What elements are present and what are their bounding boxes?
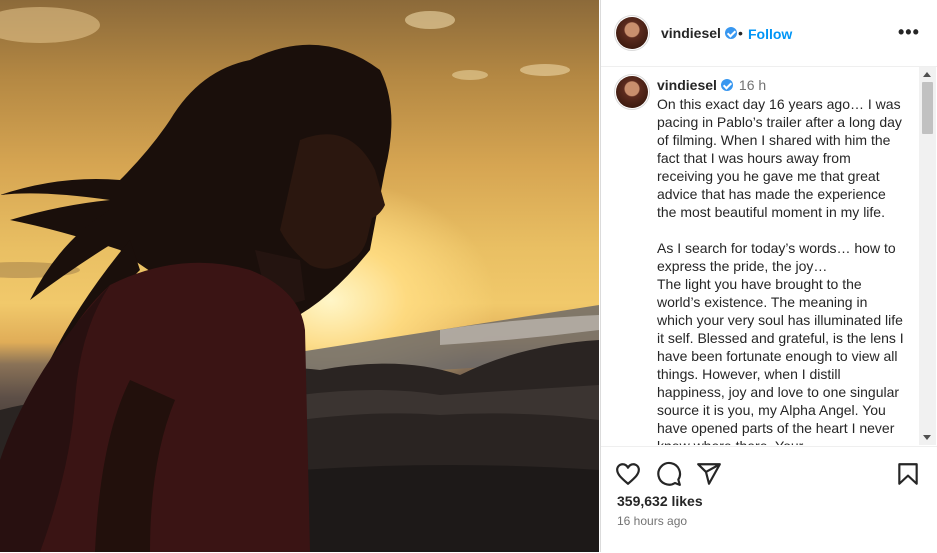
send-icon[interactable] xyxy=(696,461,722,487)
verified-badge-icon xyxy=(724,27,737,39)
caption-time[interactable]: 16 h xyxy=(739,77,766,93)
caption-avatar[interactable] xyxy=(614,74,650,110)
scroll-down-arrow-icon[interactable] xyxy=(923,435,931,440)
avatar[interactable] xyxy=(614,15,650,51)
post-photo[interactable] xyxy=(0,0,599,552)
caption-scrollbar[interactable] xyxy=(919,67,936,445)
username-text[interactable]: vindiesel xyxy=(661,25,721,41)
caption-text: On this exact day 16 years ago… I was pa… xyxy=(657,96,904,445)
verified-badge-icon xyxy=(720,79,733,91)
more-options-icon[interactable]: ••• xyxy=(898,22,920,43)
bookmark-icon[interactable] xyxy=(895,461,921,487)
heart-icon[interactable] xyxy=(615,461,641,487)
comment-icon[interactable] xyxy=(656,461,682,487)
scroll-up-arrow-icon[interactable] xyxy=(923,72,931,77)
username-link[interactable]: vindiesel xyxy=(661,25,737,41)
post-timestamp[interactable]: 16 hours ago xyxy=(617,514,687,528)
like-count[interactable]: 359,632 likes xyxy=(617,493,703,509)
silhouette-photo-art xyxy=(0,7,599,552)
follow-button[interactable]: Follow xyxy=(748,26,792,42)
post-detail-panel: vindiesel • Follow ••• vindiesel 16 h On … xyxy=(600,0,937,552)
post-header: vindiesel • Follow ••• xyxy=(601,0,937,67)
post-actions: 359,632 likes 16 hours ago xyxy=(601,446,937,553)
scrollbar-thumb[interactable] xyxy=(922,82,933,134)
separator-dot: • xyxy=(738,25,743,41)
caption-header: vindiesel 16 h xyxy=(657,77,766,93)
caption-section[interactable]: vindiesel 16 h On this exact day 16 years… xyxy=(601,67,937,445)
caption-username[interactable]: vindiesel xyxy=(657,77,717,93)
